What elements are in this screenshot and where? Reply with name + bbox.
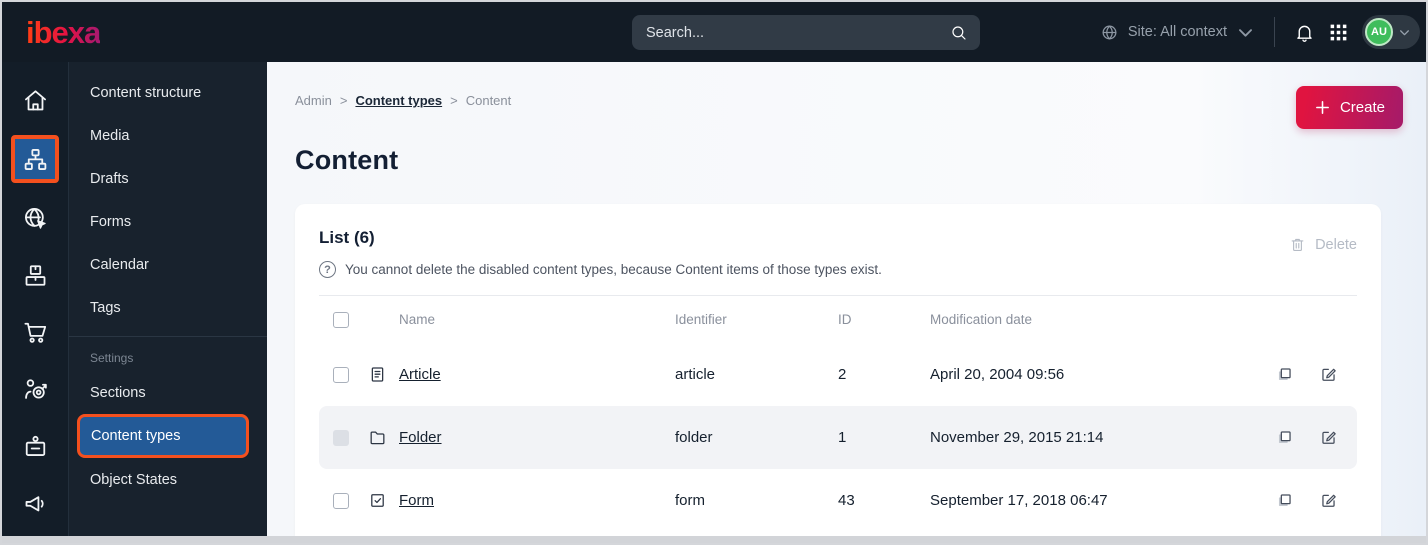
plus-icon: [1316, 101, 1329, 114]
breadcrumb-separator: >: [450, 93, 458, 108]
topbar-divider: [1274, 17, 1275, 47]
sidebar-item-drafts[interactable]: Drafts: [69, 157, 267, 200]
content-types-card: List (6) ? You cannot delete the disable…: [295, 204, 1381, 543]
sidebar-item-content-types[interactable]: Content types: [77, 414, 249, 458]
sidebar-item-tags[interactable]: Tags: [69, 286, 267, 329]
menu-separator: [69, 336, 267, 337]
article-document-icon: [368, 365, 399, 384]
table-row: Article article 2 April 20, 2004 09:56: [319, 343, 1357, 406]
rail-item-site[interactable]: [11, 196, 59, 240]
user-avatar: AU: [1365, 18, 1393, 46]
breadcrumb-admin: Admin: [295, 93, 332, 108]
column-header-modified: Modification date: [930, 312, 1033, 327]
topbar-right-cluster: Site: All context AU: [1100, 2, 1420, 62]
chevron-down-icon: [1400, 29, 1409, 35]
sidebar-item-media[interactable]: Media: [69, 114, 267, 157]
content-type-link[interactable]: Form: [399, 492, 434, 509]
main-content: Admin > Content types > Content Create C…: [267, 62, 1426, 543]
breadcrumb-current: Content: [465, 93, 512, 108]
column-header-id: ID: [838, 312, 852, 327]
rail-item-product-catalog[interactable]: [11, 253, 59, 297]
cell-id: 2: [838, 366, 847, 383]
megaphone-icon: [25, 495, 44, 511]
globe-cursor-icon: [24, 207, 46, 229]
content-type-link[interactable]: Article: [399, 366, 441, 383]
edit-icon[interactable]: [1319, 365, 1357, 384]
page-title: Content: [295, 145, 399, 175]
rail-item-commerce[interactable]: [11, 310, 59, 354]
trash-icon: [1291, 238, 1304, 251]
cell-identifier: folder: [675, 429, 713, 446]
list-info-text: You cannot delete the disabled content t…: [345, 262, 882, 277]
create-button[interactable]: Create: [1295, 86, 1403, 129]
list-title: List (6): [319, 228, 375, 247]
breadcrumb-separator: >: [339, 93, 348, 108]
sidebar-item-object-states[interactable]: Object States: [69, 458, 267, 501]
rail-item-admin[interactable]: [11, 424, 59, 468]
sidebar-item-forms[interactable]: Forms: [69, 200, 267, 243]
table-row: Folder folder 1 November 29, 2015 21:14: [319, 406, 1357, 469]
cell-modified: April 20, 2004 09:56: [930, 366, 1065, 383]
row-checkbox-disabled: [333, 429, 349, 446]
app-window: ibexa Site: All context: [0, 0, 1428, 545]
person-target-icon: [24, 378, 47, 399]
cell-identifier: article: [675, 366, 716, 383]
sidebar-menu: Content structure Media Drafts Forms Cal…: [69, 62, 267, 543]
row-checkbox[interactable]: [333, 492, 349, 509]
cell-id: 1: [838, 429, 847, 446]
boxes-icon: [25, 264, 45, 286]
global-search[interactable]: [632, 15, 980, 50]
breadcrumb: Admin > Content types > Content: [295, 93, 511, 108]
settings-section-label: Settings: [90, 351, 134, 365]
copy-icon[interactable]: [1275, 428, 1319, 447]
form-checkbox-icon: [368, 491, 399, 510]
column-header-name: Name: [399, 312, 436, 327]
globe-icon: [1102, 25, 1117, 39]
delete-button-label: Delete: [1315, 236, 1357, 253]
question-circle-icon: ?: [319, 261, 336, 278]
icon-rail: [2, 62, 69, 543]
apps-grid-icon[interactable]: [1328, 22, 1349, 43]
copy-icon[interactable]: [1275, 365, 1319, 384]
cell-id: 43: [838, 492, 855, 509]
cart-icon: [23, 322, 46, 343]
rail-item-personalization[interactable]: [11, 367, 59, 411]
sitemap-icon: [24, 148, 46, 170]
cell-modified: November 29, 2015 21:14: [930, 429, 1104, 446]
table-header-row: Name Identifier ID Modification date: [319, 296, 1357, 343]
sidebar-item-calendar[interactable]: Calendar: [69, 243, 267, 286]
delete-button[interactable]: Delete: [1289, 236, 1357, 253]
top-bar: ibexa Site: All context: [2, 2, 1426, 62]
cell-modified: September 17, 2018 06:47: [930, 492, 1108, 509]
edit-icon[interactable]: [1319, 428, 1357, 447]
folder-icon: [368, 428, 399, 447]
copy-icon[interactable]: [1275, 491, 1319, 510]
site-context-selector[interactable]: Site: All context: [1100, 23, 1255, 42]
user-menu[interactable]: AU: [1362, 15, 1420, 49]
ibexa-logo[interactable]: ibexa: [26, 17, 101, 48]
row-checkbox[interactable]: [333, 366, 349, 383]
id-badge-icon: [25, 435, 45, 456]
rail-item-marketing[interactable]: [11, 481, 59, 525]
content-type-link[interactable]: Folder: [399, 429, 442, 446]
search-input[interactable]: [646, 24, 950, 41]
notifications-bell-icon[interactable]: [1294, 22, 1315, 43]
breadcrumb-content-types-link[interactable]: Content types: [355, 93, 442, 108]
site-context-label: Site: All context: [1127, 24, 1227, 40]
chevron-down-icon: [1239, 28, 1252, 37]
sidebar-item-content-structure[interactable]: Content structure: [69, 71, 267, 114]
window-bottom-edge: [2, 536, 1426, 543]
column-header-identifier: Identifier: [675, 312, 727, 327]
table-row: Form form 43 September 17, 2018 06:47: [319, 469, 1357, 532]
rail-item-dashboard[interactable]: [11, 78, 59, 122]
rail-item-content-structure[interactable]: [11, 135, 59, 183]
cell-identifier: form: [675, 492, 705, 509]
home-icon: [24, 89, 46, 110]
create-button-label: Create: [1339, 99, 1385, 116]
sidebar-item-sections[interactable]: Sections: [69, 371, 267, 414]
search-icon: [952, 25, 966, 40]
list-info: ? You cannot delete the disabled content…: [319, 261, 882, 278]
select-all-checkbox[interactable]: [333, 311, 349, 328]
edit-icon[interactable]: [1319, 491, 1357, 510]
